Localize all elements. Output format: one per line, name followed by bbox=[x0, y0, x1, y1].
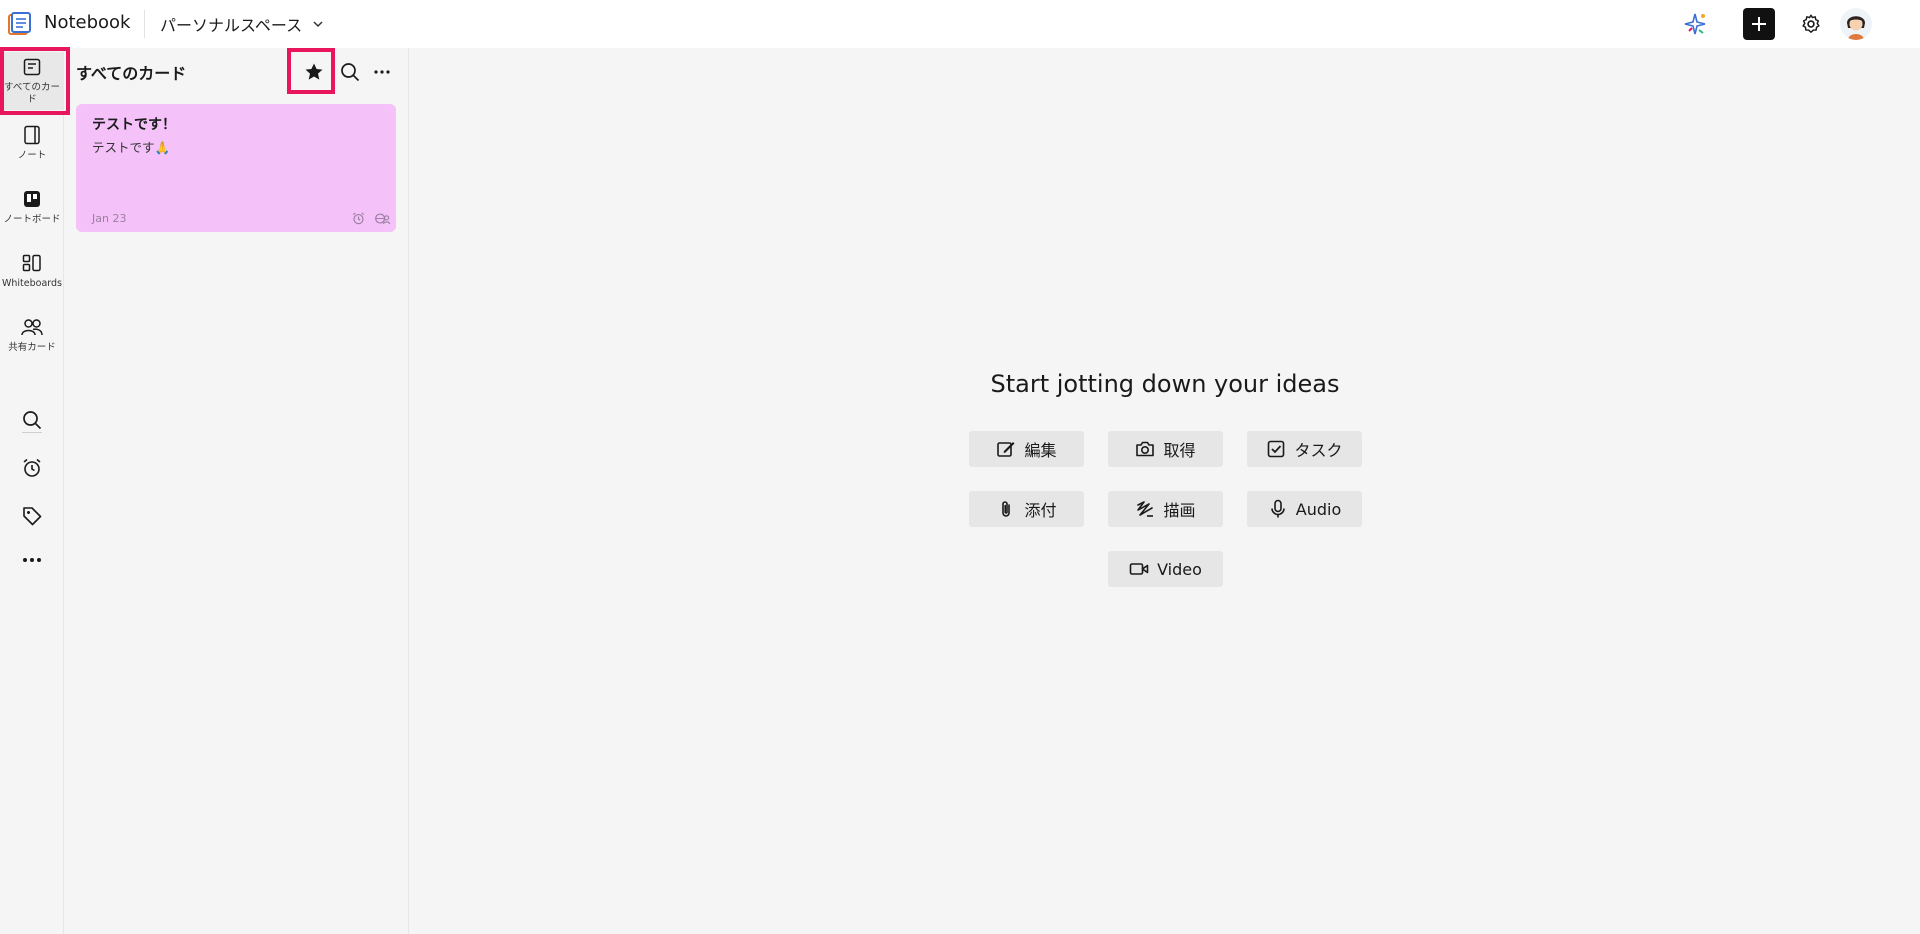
edit-label: 編集 bbox=[1024, 441, 1057, 460]
space-name: パーソナルスペース bbox=[160, 16, 303, 35]
draw-button[interactable]: 描画 bbox=[1108, 491, 1223, 527]
capture-label: 取得 bbox=[1163, 441, 1196, 460]
search-icon[interactable] bbox=[336, 58, 364, 86]
people-icon bbox=[21, 316, 43, 338]
notebook-logo-icon bbox=[6, 12, 32, 36]
card-date: Jan 23 bbox=[92, 212, 127, 225]
nav-item-all-cards[interactable]: すべてのカード bbox=[0, 52, 64, 110]
card-body: テストです🙏 bbox=[92, 140, 171, 155]
space-selector[interactable]: パーソナルスペース bbox=[160, 10, 324, 38]
new-card-button[interactable] bbox=[1743, 8, 1775, 40]
search-icon[interactable] bbox=[20, 408, 44, 432]
main-empty-state: Start jotting down your ideas 編集 取得 タスク … bbox=[410, 48, 1920, 934]
sparkle-icon[interactable] bbox=[1680, 8, 1712, 40]
edit-button[interactable]: 編集 bbox=[969, 431, 1084, 467]
nav-item-label: 共有カード bbox=[8, 342, 56, 353]
avatar[interactable] bbox=[1840, 8, 1872, 40]
capture-button[interactable]: 取得 bbox=[1108, 431, 1223, 467]
scribble-icon bbox=[1137, 501, 1154, 517]
pencil-icon bbox=[997, 442, 1015, 457]
draw-label: 描画 bbox=[1163, 501, 1196, 520]
nav-item-label: ノートボード bbox=[3, 214, 61, 225]
whiteboard-icon bbox=[21, 252, 43, 274]
paperclip-icon bbox=[1002, 501, 1011, 517]
task-label: タスク bbox=[1294, 441, 1343, 460]
video-label: Video bbox=[1157, 559, 1202, 579]
gear-icon[interactable] bbox=[1795, 8, 1827, 40]
card-item[interactable]: テストです！ テストです🙏 Jan 23 bbox=[76, 104, 396, 232]
alarm-icon[interactable] bbox=[20, 456, 44, 480]
microphone-icon bbox=[1270, 499, 1285, 518]
task-button[interactable]: タスク bbox=[1247, 431, 1362, 467]
nav-item-notebooks[interactable]: ノート bbox=[0, 124, 64, 162]
list-title: すべてのカード bbox=[76, 64, 187, 83]
alarm-icon[interactable] bbox=[350, 210, 366, 226]
camera-icon bbox=[1136, 441, 1155, 457]
more-icon[interactable] bbox=[20, 548, 44, 572]
nav-item-noteboards[interactable]: ノートボード bbox=[0, 188, 64, 226]
card-title: テストです！ bbox=[92, 117, 176, 133]
nav-item-label: ノート bbox=[17, 150, 47, 161]
checkbox-icon bbox=[1268, 440, 1285, 458]
notebook-icon bbox=[21, 124, 43, 146]
app-name: Notebook bbox=[44, 12, 131, 33]
empty-state-title: Start jotting down your ideas bbox=[990, 370, 1340, 398]
tag-icon[interactable] bbox=[20, 504, 44, 528]
nav-rail: すべてのカード ノート ノートボード Whiteboards 共有カード bbox=[0, 48, 64, 934]
video-button[interactable]: Video bbox=[1108, 551, 1223, 587]
audio-label: Audio bbox=[1295, 499, 1342, 519]
audio-button[interactable]: Audio bbox=[1247, 491, 1362, 527]
more-icon[interactable] bbox=[368, 58, 396, 86]
star-icon[interactable] bbox=[300, 58, 328, 86]
topbar-divider bbox=[144, 10, 145, 38]
nav-item-shared-cards[interactable]: 共有カード bbox=[0, 316, 64, 354]
nav-divider bbox=[22, 432, 42, 433]
nav-item-whiteboards[interactable]: Whiteboards bbox=[0, 252, 64, 290]
nav-item-label: すべてのカード bbox=[4, 82, 60, 105]
plus-icon bbox=[1752, 17, 1766, 31]
video-camera-icon bbox=[1129, 563, 1149, 575]
card-list-panel: すべてのカード テストです！ テストです🙏 Jan 23 bbox=[64, 48, 409, 934]
attach-button[interactable]: 添付 bbox=[969, 491, 1084, 527]
attach-label: 添付 bbox=[1024, 501, 1057, 520]
top-bar: Notebook パーソナルスペース bbox=[0, 0, 1920, 48]
chevron-down-icon bbox=[313, 21, 323, 28]
share-icon[interactable] bbox=[374, 210, 390, 226]
cards-icon bbox=[21, 56, 43, 78]
board-icon bbox=[21, 188, 43, 210]
nav-item-label: Whiteboards bbox=[1, 278, 62, 289]
